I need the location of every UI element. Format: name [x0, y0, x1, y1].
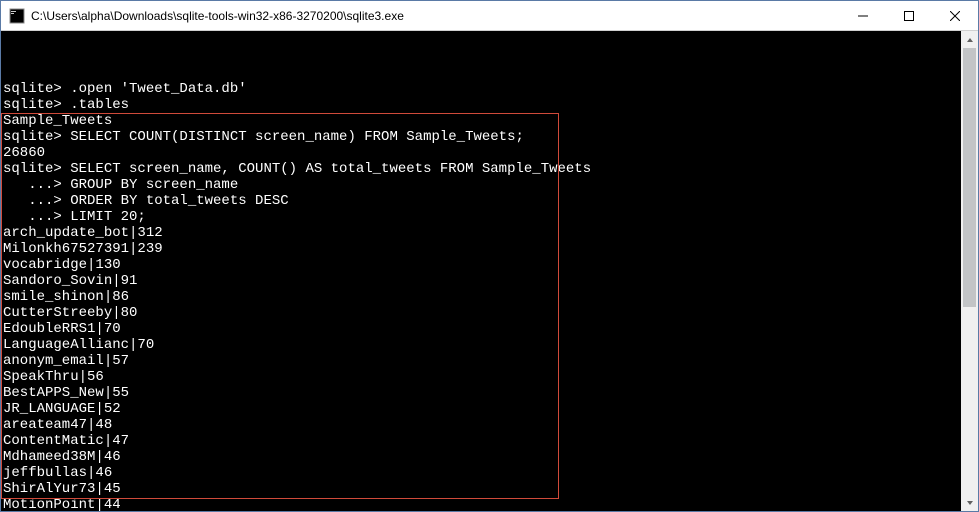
terminal-line: EdoubleRRS1|70 [3, 321, 961, 337]
terminal-line: areateam47|48 [3, 417, 961, 433]
terminal-line: anonym_email|57 [3, 353, 961, 369]
window-frame: C:\Users\alpha\Downloads\sqlite-tools-wi… [0, 0, 979, 512]
terminal-line: sqlite> .tables [3, 97, 961, 113]
minimize-button[interactable] [840, 1, 886, 30]
scroll-thumb[interactable] [963, 48, 976, 307]
terminal-line: Sample_Tweets [3, 113, 961, 129]
terminal-line: CutterStreeby|80 [3, 305, 961, 321]
window-title: C:\Users\alpha\Downloads\sqlite-tools-wi… [31, 9, 840, 23]
terminal-line: sqlite> .open 'Tweet_Data.db' [3, 81, 961, 97]
terminal-line: Mdhameed38M|46 [3, 449, 961, 465]
terminal-line: ShirAlYur73|45 [3, 481, 961, 497]
terminal[interactable]: sqlite> .open 'Tweet_Data.db'sqlite> .ta… [1, 31, 961, 511]
terminal-line: 26860 [3, 145, 961, 161]
terminal-line: ...> ORDER BY total_tweets DESC [3, 193, 961, 209]
window-controls [840, 1, 978, 30]
terminal-line: JR_LANGUAGE|52 [3, 401, 961, 417]
terminal-line: SpeakThru|56 [3, 369, 961, 385]
terminal-line: arch_update_bot|312 [3, 225, 961, 241]
app-icon [9, 8, 25, 24]
vertical-scrollbar[interactable] [961, 31, 978, 511]
terminal-line: sqlite> SELECT COUNT(DISTINCT screen_nam… [3, 129, 961, 145]
terminal-line: jeffbullas|46 [3, 465, 961, 481]
titlebar[interactable]: C:\Users\alpha\Downloads\sqlite-tools-wi… [1, 1, 978, 31]
scroll-track[interactable] [961, 48, 978, 494]
terminal-line: ...> GROUP BY screen_name [3, 177, 961, 193]
terminal-area: sqlite> .open 'Tweet_Data.db'sqlite> .ta… [1, 31, 978, 511]
terminal-line: smile_shinon|86 [3, 289, 961, 305]
terminal-line: ContentMatic|47 [3, 433, 961, 449]
scroll-up-button[interactable] [961, 31, 978, 48]
terminal-line: MotionPoint|44 [3, 497, 961, 511]
maximize-button[interactable] [886, 1, 932, 30]
terminal-line: ...> LIMIT 20; [3, 209, 961, 225]
terminal-line: BestAPPS_New|55 [3, 385, 961, 401]
terminal-line: sqlite> SELECT screen_name, COUNT() AS t… [3, 161, 961, 177]
terminal-line: Milonkh67527391|239 [3, 241, 961, 257]
terminal-line: Sandoro_Sovin|91 [3, 273, 961, 289]
terminal-line: LanguageAllianc|70 [3, 337, 961, 353]
scroll-down-button[interactable] [961, 494, 978, 511]
terminal-line: vocabridge|130 [3, 257, 961, 273]
close-button[interactable] [932, 1, 978, 30]
